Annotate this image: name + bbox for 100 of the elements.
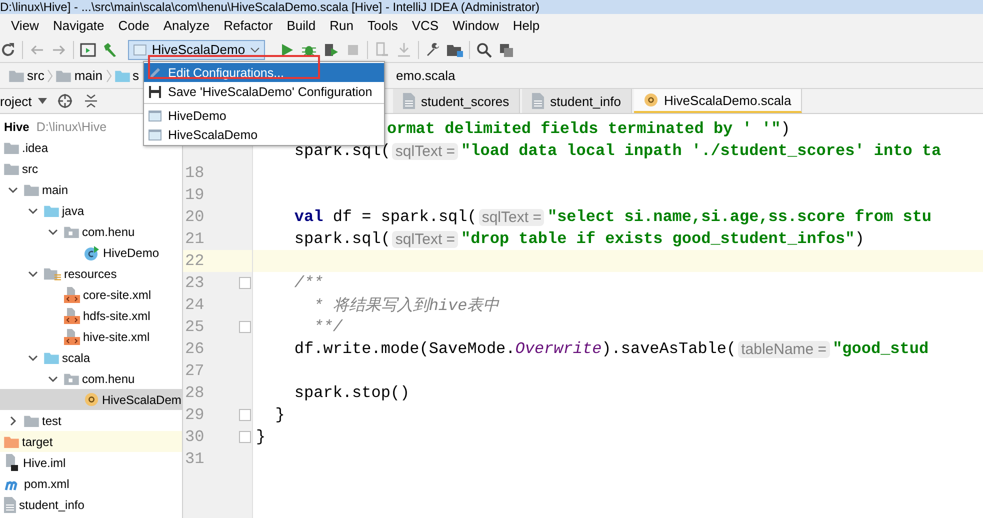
menu-item[interactable]: Window [446, 18, 506, 33]
crosshair-icon[interactable] [56, 93, 73, 109]
menu-item[interactable]: Help [506, 18, 547, 33]
run-icon[interactable] [279, 42, 295, 58]
refresh-icon[interactable] [0, 42, 16, 58]
line-number: 27 [184, 362, 206, 380]
tree-item[interactable]: student_info [0, 494, 182, 515]
tree-item[interactable]: src [0, 158, 182, 179]
menu-item[interactable]: Run [322, 18, 361, 33]
window-icon [148, 128, 162, 142]
tree-item[interactable]: scala [0, 347, 182, 368]
menu-item[interactable]: Refactor [216, 18, 280, 33]
caret-icon[interactable] [38, 98, 47, 104]
tree-item-label: HiveScalaDem [102, 392, 182, 406]
code-comment: * 将结果写入到hive表中 [312, 296, 500, 316]
collapse-all-icon[interactable] [82, 93, 99, 109]
menu-item[interactable]: HiveScalaDemo [144, 125, 384, 144]
parameter-hint: sqlText = [478, 208, 544, 226]
tree-item-label: .idea [22, 140, 48, 154]
menu-item[interactable]: Edit Configurations... [144, 63, 384, 82]
chevron-down-icon[interactable] [28, 268, 38, 278]
folder-icon [114, 70, 130, 82]
text-file-icon [532, 93, 544, 109]
tree-item[interactable]: main [0, 179, 182, 200]
menu-item[interactable]: VCS [404, 18, 446, 33]
chevron-down-icon[interactable] [8, 184, 18, 194]
tree-item[interactable]: core-site.xml [0, 284, 182, 305]
xml-file-icon [64, 286, 80, 302]
caret-icon [250, 46, 260, 54]
line-number: 18 [184, 164, 206, 182]
tree-item-label: test [42, 414, 62, 428]
tree-item[interactable]: target [0, 431, 182, 452]
menu-item[interactable]: HiveDemo [144, 106, 384, 125]
tree-item[interactable]: com.henu [0, 221, 182, 242]
tree-item[interactable]: com.henu [0, 368, 182, 389]
breadcrumb-item[interactable]: main [74, 68, 103, 83]
menu-item[interactable]: Analyze [156, 18, 217, 33]
parameter-hint: sqlText = [392, 230, 458, 248]
menu-item[interactable]: Code [111, 18, 156, 33]
editor-tab[interactable]: student_scores [393, 89, 520, 113]
tree-item[interactable]: hive-site.xml [0, 326, 182, 347]
line-number: 22 [184, 252, 206, 270]
tree-item[interactable]: test [0, 410, 182, 431]
menu-item[interactable]: Save 'HiveScalaDemo' Configuration [144, 82, 384, 101]
code-keyword: val [293, 208, 324, 226]
layout-icon[interactable] [498, 42, 514, 58]
fold-marker-icon[interactable] [239, 409, 251, 421]
breadcrumb-item[interactable]: emo.scala [396, 68, 456, 83]
breadcrumb-item[interactable]: src [27, 68, 44, 83]
search-icon[interactable] [476, 42, 492, 58]
chevron-down-icon[interactable] [48, 226, 58, 236]
panel-title[interactable]: roject [0, 94, 32, 108]
editor-tab[interactable]: student_info [522, 89, 632, 113]
tree-item[interactable]: HiveScalaDem [0, 389, 182, 410]
tree-item-label: Hive.iml [23, 456, 66, 470]
package-icon [64, 226, 79, 238]
menu-item[interactable]: Build [280, 18, 323, 33]
code-string: ormat delimited fields terminated by ' '" [387, 120, 781, 138]
chevron-down-icon[interactable] [28, 352, 38, 362]
coverage-icon[interactable] [323, 42, 339, 58]
window-icon[interactable] [80, 42, 96, 58]
tree-item[interactable]: pom.xml [0, 473, 182, 494]
folder-icon [4, 436, 19, 448]
tree-item-label: java [62, 204, 84, 218]
parameter-hint: sqlText = [392, 142, 458, 160]
chevron-right-icon[interactable] [8, 416, 18, 426]
breadcrumb-item[interactable]: s [132, 68, 140, 83]
package-icon [64, 372, 79, 384]
fold-marker-icon[interactable] [239, 277, 251, 289]
editor-tab[interactable]: HiveScalaDemo.scala [634, 89, 802, 113]
menu-item[interactable]: Tools [360, 18, 405, 33]
folder-icon [24, 414, 39, 426]
tree-item[interactable]: Hive.iml [0, 452, 182, 473]
tree-item-label: scala [62, 350, 90, 364]
code-text: df.write.mode(SaveMode. [293, 340, 516, 358]
chevron-down-icon[interactable] [28, 206, 38, 216]
class-icon [84, 244, 100, 260]
tree-item-label: pom.xml [24, 476, 70, 490]
settings-icon[interactable] [425, 42, 441, 58]
text-file-icon [4, 496, 16, 512]
tree-item[interactable]: java [0, 200, 182, 221]
chevron-right-icon [106, 68, 112, 82]
menu-item[interactable]: View [4, 18, 46, 33]
tree-item-label: src [22, 162, 38, 176]
chevron-down-icon[interactable] [48, 374, 58, 384]
code-constant: Overwrite [515, 340, 602, 358]
run-configuration-dropdown[interactable]: HiveScalaDemo [128, 40, 265, 60]
folder-icon [9, 70, 24, 82]
tree-item[interactable]: hdfs-site.xml [0, 305, 182, 326]
menu-item[interactable]: Navigate [46, 18, 112, 33]
code-text: ) [780, 120, 790, 138]
hammer-icon[interactable] [102, 42, 118, 58]
tree-item[interactable]: HiveDemo [0, 242, 182, 263]
fold-marker-icon[interactable] [239, 431, 251, 443]
object-icon [84, 392, 99, 407]
fold-marker-icon[interactable] [239, 321, 251, 333]
code-text: spark.sql( [293, 230, 390, 248]
line-number: 31 [184, 450, 206, 468]
tree-item[interactable]: resources [0, 263, 182, 284]
tree-item-label: com.henu [82, 372, 135, 386]
